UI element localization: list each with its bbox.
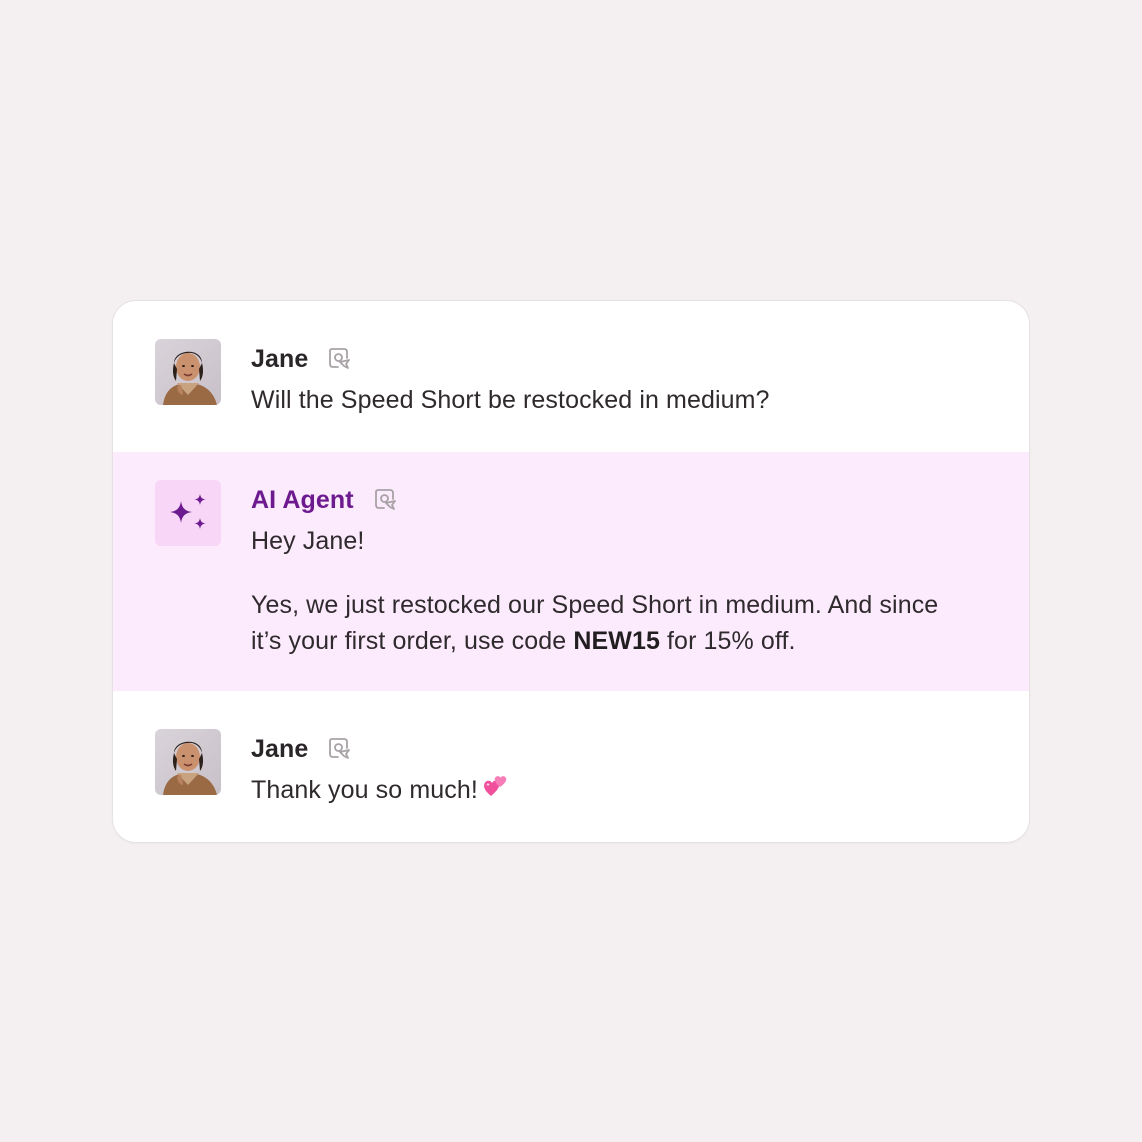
message-customer: Jane Thank you so much! (113, 691, 1029, 842)
agent-avatar (155, 480, 221, 546)
message-text: Thank you so much! (251, 772, 969, 808)
message-greeting: Hey Jane! (251, 527, 365, 555)
discount-code: NEW15 (573, 627, 660, 655)
sender-name: AI Agent (251, 485, 354, 514)
chat-bubble-icon (326, 736, 352, 762)
message-text: Yes, we just restocked our Speed Short i… (251, 591, 939, 655)
message-content: Jane Will the Speed Short be restocked i… (251, 341, 969, 418)
chat-bubble-icon (326, 346, 352, 372)
message-content: AI Agent Hey Jane! Yes, we just restocke… (251, 482, 969, 659)
sender-name: Jane (251, 344, 309, 373)
customer-avatar (155, 729, 221, 795)
message-agent: AI Agent Hey Jane! Yes, we just restocke… (113, 452, 1029, 691)
message-text: Will the Speed Short be restocked in med… (251, 386, 770, 414)
sender-name: Jane (251, 734, 309, 763)
message-content: Jane Thank you so much! (251, 731, 969, 808)
sparkles-icon (155, 480, 221, 546)
chat-bubble-icon (372, 487, 398, 513)
conversation-card: Jane Will the Speed Short be restocked i… (112, 300, 1030, 843)
two-hearts-emoji (482, 772, 510, 800)
customer-avatar (155, 339, 221, 405)
message-customer: Jane Will the Speed Short be restocked i… (113, 301, 1029, 452)
